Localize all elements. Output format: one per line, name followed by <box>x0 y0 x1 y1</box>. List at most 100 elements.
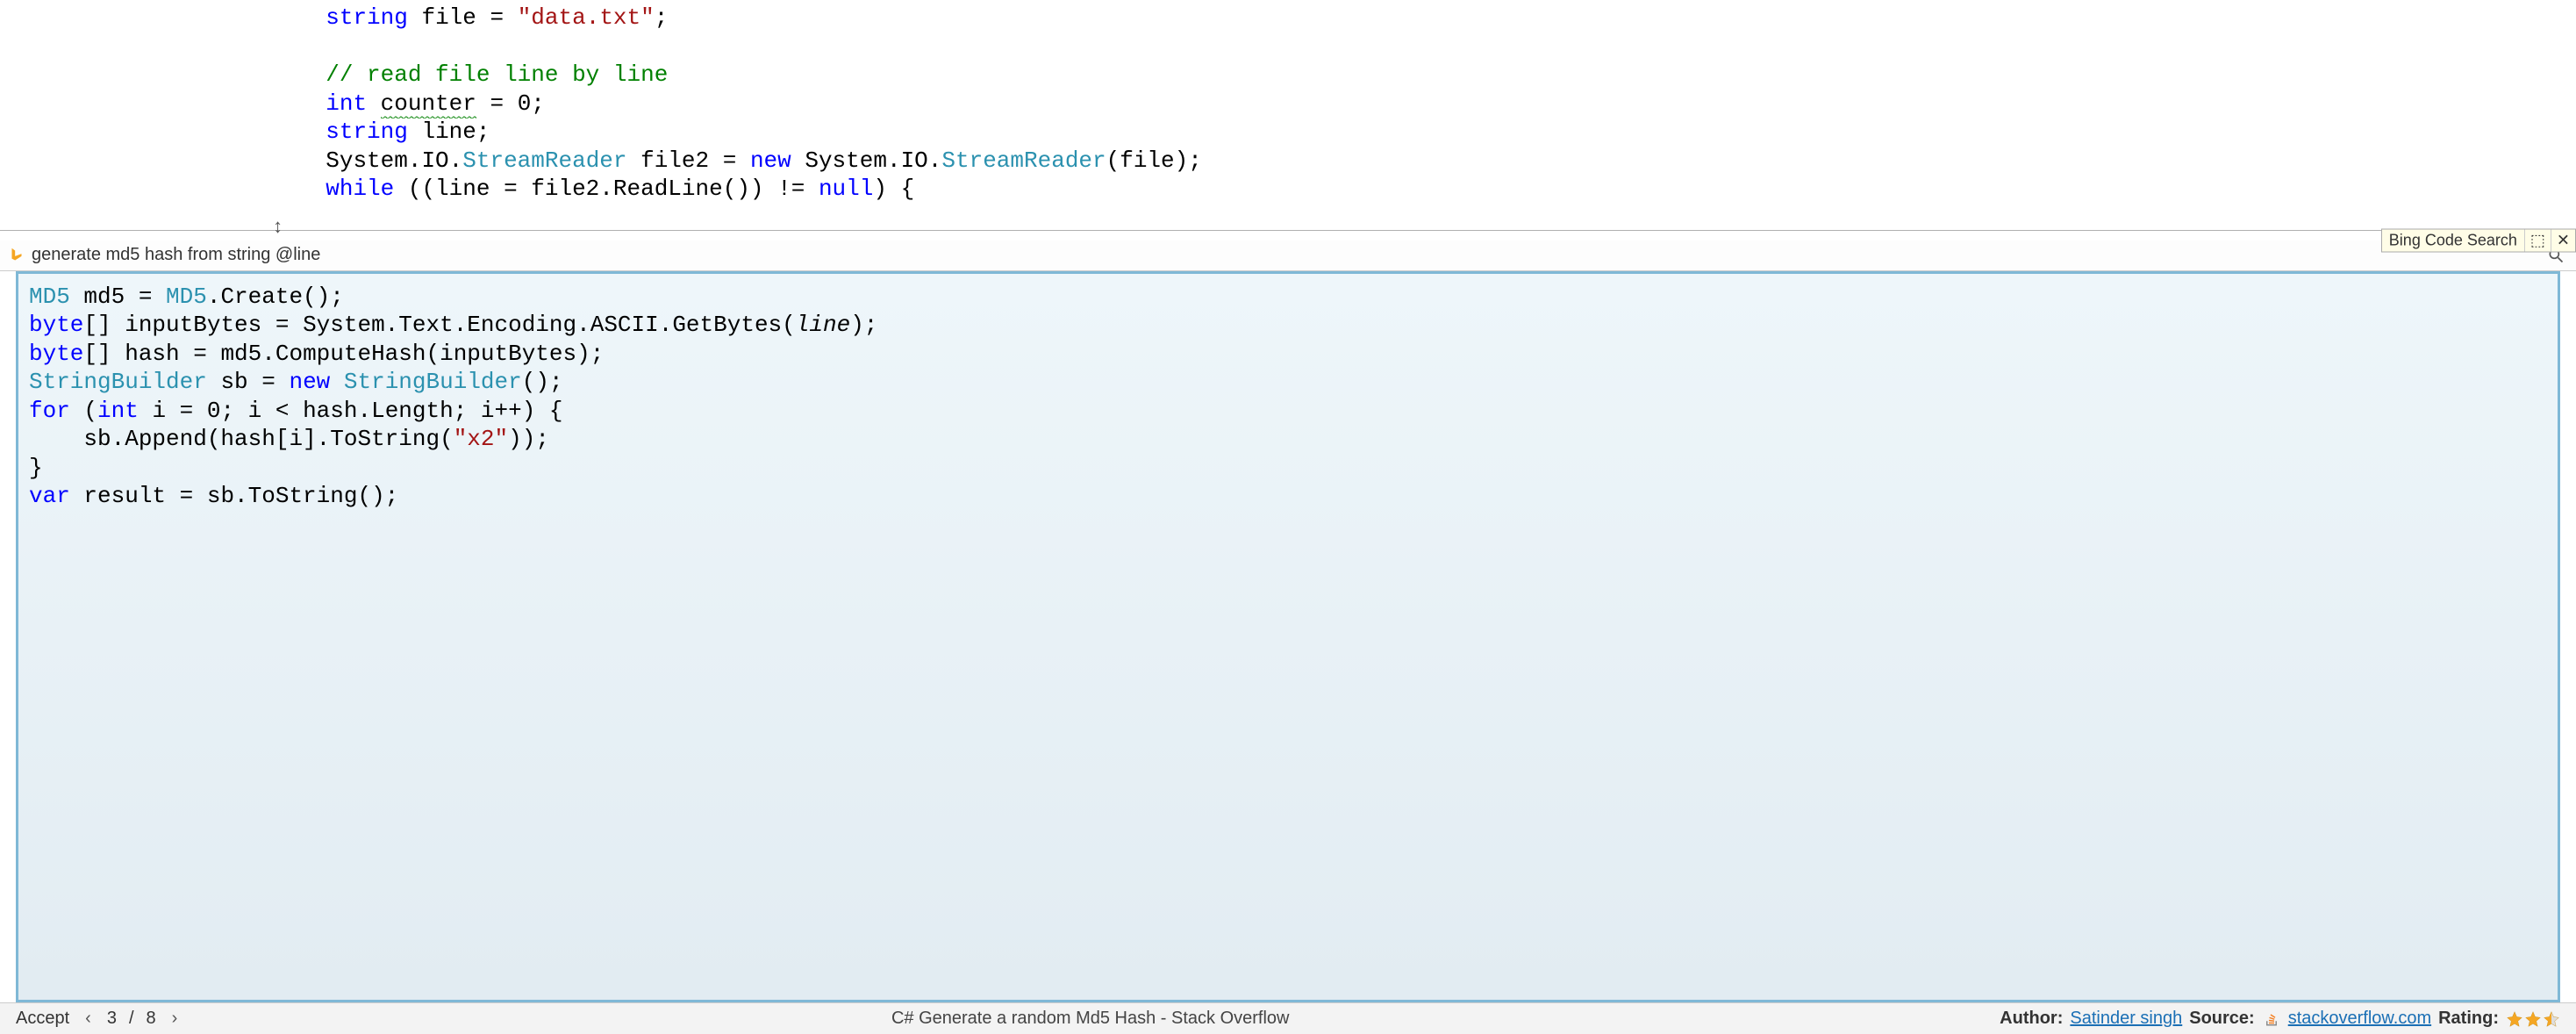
code-token: ((line = file2.ReadLine()) != <box>394 176 819 202</box>
code-line: } <box>25 454 2551 483</box>
code-token: line <box>796 312 850 338</box>
code-token: sb = <box>207 369 290 395</box>
source-label: Source: <box>2189 1009 2254 1029</box>
code-token: ( <box>70 398 97 424</box>
code-token: ) { <box>873 176 914 202</box>
code-token <box>161 147 326 174</box>
code-token: int <box>97 398 139 424</box>
code-token: int <box>326 90 367 117</box>
code-token: ; <box>531 90 545 117</box>
code-token: "x2" <box>454 426 508 452</box>
code-token: (file); <box>1106 147 1202 174</box>
code-token: ; i < hash.Length; i++) { <box>220 398 562 424</box>
prev-page-button[interactable]: ‹ <box>82 1009 95 1029</box>
code-line: byte[] inputBytes = System.Text.Encoding… <box>25 311 2551 340</box>
code-token: sb.Append(hash[i].ToString( <box>29 426 454 452</box>
code-token: string <box>326 118 408 145</box>
close-icon[interactable]: ✕ <box>2551 229 2575 251</box>
code-token: 0 <box>207 398 221 424</box>
code-token: result = sb.ToString(); <box>70 483 398 509</box>
next-page-button[interactable]: › <box>168 1009 182 1029</box>
code-token: i = <box>139 398 207 424</box>
code-token: MD5 <box>29 284 70 310</box>
code-editor[interactable]: string file = "data.txt"; // read file l… <box>0 0 2576 231</box>
code-token: } <box>29 455 43 481</box>
code-token: line <box>421 118 476 145</box>
code-result-pane[interactable]: MD5 md5 = MD5.Create();byte[] inputBytes… <box>16 271 2560 1003</box>
accept-button[interactable]: Accept <box>16 1009 69 1029</box>
rating-label: Rating: <box>2438 1009 2499 1029</box>
star-icon <box>2506 1010 2523 1028</box>
page-separator: / <box>129 1009 134 1029</box>
panel-tab-strip: Bing Code Search ⬚ ✕ <box>2381 228 2576 252</box>
code-token: (); <box>522 369 563 395</box>
code-token <box>408 4 422 31</box>
code-token: StringBuilder <box>29 369 207 395</box>
code-token <box>161 4 326 31</box>
code-token: md5 = <box>70 284 166 310</box>
code-token: MD5 <box>166 284 207 310</box>
code-token: System.IO. <box>791 147 942 174</box>
code-token: file2 = <box>627 147 750 174</box>
code-token: 0 <box>518 90 532 117</box>
code-line: int counter = 0; <box>0 90 2576 118</box>
code-line: sb.Append(hash[i].ToString("x2")); <box>25 425 2551 454</box>
result-title: C# Generate a random Md5 Hash - Stack Ov… <box>181 1009 2000 1029</box>
code-token: new <box>289 369 330 395</box>
code-token: new <box>750 147 791 174</box>
stackoverflow-icon <box>2264 1011 2279 1027</box>
code-line: string file = "data.txt"; <box>0 4 2576 32</box>
code-token: = <box>476 90 518 117</box>
search-input[interactable] <box>32 245 2544 265</box>
code-token: StringBuilder <box>344 369 522 395</box>
code-token: string <box>326 4 408 31</box>
code-token: // read file line by line <box>326 61 668 88</box>
page-total: 8 <box>147 1009 156 1029</box>
code-line: var result = sb.ToString(); <box>25 482 2551 511</box>
pin-icon[interactable]: ⬚ <box>2524 229 2551 251</box>
code-token <box>161 118 326 145</box>
code-line: StringBuilder sb = new StringBuilder(); <box>25 368 2551 397</box>
code-token: while <box>326 176 394 202</box>
code-token <box>161 90 326 117</box>
star-icon <box>2524 1010 2542 1028</box>
panel-tab-label[interactable]: Bing Code Search <box>2382 229 2524 251</box>
code-token: = <box>476 4 518 31</box>
code-token <box>330 369 344 395</box>
code-token: System.IO. <box>326 147 462 174</box>
code-token: counter <box>381 90 476 118</box>
code-line: while ((line = file2.ReadLine()) != null… <box>0 175 2576 204</box>
code-line: for (int i = 0; i < hash.Length; i++) { <box>25 397 2551 426</box>
code-token: var <box>29 483 70 509</box>
code-token <box>408 118 422 145</box>
page-current: 3 <box>107 1009 117 1029</box>
search-bar <box>0 241 2576 271</box>
code-token: [] hash = md5.ComputeHash(inputBytes); <box>83 341 604 367</box>
star-icon <box>2543 1010 2560 1028</box>
code-token <box>367 90 381 117</box>
code-token: .Create(); <box>207 284 344 310</box>
code-line: System.IO.StreamReader file2 = new Syste… <box>0 147 2576 176</box>
code-token: )); <box>508 426 549 452</box>
code-line <box>0 32 2576 61</box>
author-label: Author: <box>2000 1009 2063 1029</box>
code-token: byte <box>29 312 83 338</box>
code-line: MD5 md5 = MD5.Create(); <box>25 283 2551 312</box>
code-token: StreamReader <box>941 147 1106 174</box>
rating-stars <box>2506 1010 2560 1028</box>
code-token: StreamReader <box>462 147 626 174</box>
code-line: byte[] hash = md5.ComputeHash(inputBytes… <box>25 340 2551 369</box>
code-token <box>161 61 326 88</box>
code-token: file <box>421 4 476 31</box>
code-token: for <box>29 398 70 424</box>
bing-logo-icon <box>7 246 26 265</box>
code-token: ); <box>850 312 877 338</box>
code-line: // read file line by line <box>0 61 2576 90</box>
code-token: ; <box>655 4 669 31</box>
code-token: null <box>819 176 873 202</box>
code-token: "data.txt" <box>518 4 655 31</box>
author-link[interactable]: Satinder singh <box>2070 1009 2182 1029</box>
source-link[interactable]: stackoverflow.com <box>2288 1009 2431 1029</box>
code-token: ; <box>476 118 490 145</box>
code-token: [] inputBytes = System.Text.Encoding.ASC… <box>83 312 795 338</box>
